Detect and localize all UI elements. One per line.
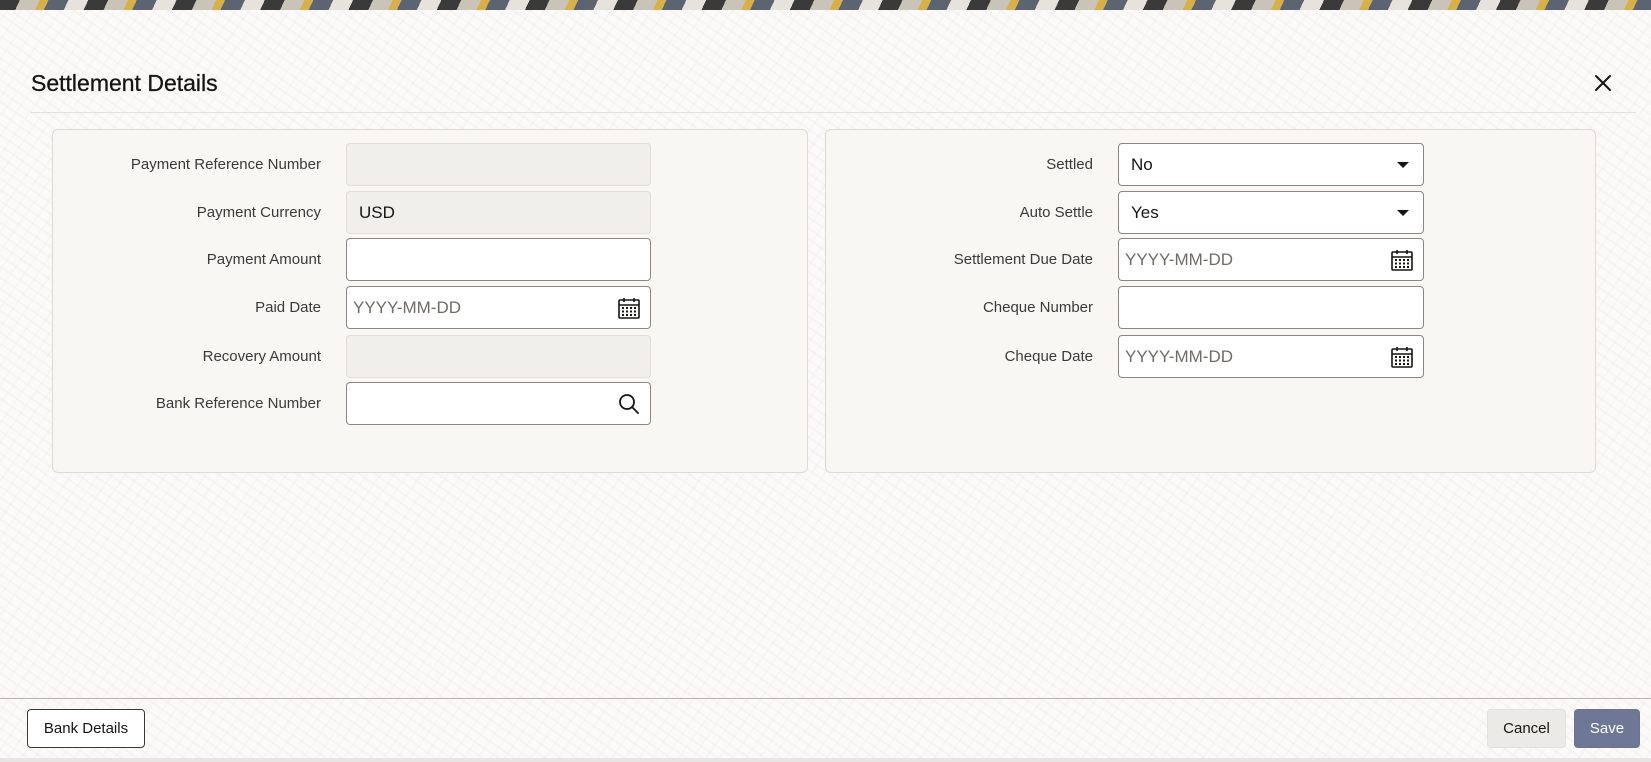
payment-amount-label: Payment Amount (206, 251, 321, 268)
settled-selected-value: No (1131, 154, 1153, 174)
settlement-due-date-row: Settlement Due Date YYYY-MM-DD (826, 238, 1595, 281)
calendar-icon[interactable] (1389, 247, 1415, 273)
payment-reference-number-row: Payment Reference Number (53, 143, 807, 186)
payment-details-panel: Payment Reference Number Payment Currenc… (52, 129, 808, 473)
close-icon (1595, 75, 1611, 91)
top-banner (0, 0, 1651, 10)
auto-settle-select[interactable]: Yes (1118, 191, 1424, 234)
settled-label: Settled (1046, 156, 1093, 173)
settled-row: Settled No (826, 143, 1595, 186)
payment-amount-row: Payment Amount (53, 238, 807, 281)
caret-down-icon (1397, 162, 1409, 168)
cancel-button[interactable]: Cancel (1487, 709, 1566, 748)
auto-settle-selected-value: Yes (1131, 202, 1159, 222)
recovery-amount-field (346, 335, 651, 378)
cheque-date-label: Cheque Date (1004, 348, 1093, 365)
search-icon[interactable] (616, 391, 642, 417)
cheque-date-placeholder: YYYY-MM-DD (1125, 346, 1233, 366)
cheque-date-input[interactable]: YYYY-MM-DD (1118, 335, 1424, 378)
payment-amount-input[interactable] (346, 238, 651, 281)
caret-down-icon (1397, 210, 1409, 216)
payment-currency-value: USD (359, 202, 395, 222)
close-button[interactable] (1590, 70, 1616, 96)
settlement-due-date-label: Settlement Due Date (953, 251, 1093, 268)
bank-reference-number-input[interactable] (346, 382, 651, 425)
cheque-number-input[interactable] (1118, 286, 1424, 329)
auto-settle-row: Auto Settle Yes (826, 191, 1595, 234)
modal-title: Settlement Details (31, 70, 218, 96)
bank-details-button[interactable]: Bank Details (27, 709, 145, 748)
footer-divider (0, 698, 1651, 699)
settlement-due-date-placeholder: YYYY-MM-DD (1125, 249, 1233, 269)
title-divider (31, 112, 1636, 113)
payment-currency-label: Payment Currency (196, 204, 321, 221)
recovery-amount-row: Recovery Amount (53, 335, 807, 378)
payment-reference-number-label: Payment Reference Number (130, 156, 321, 173)
paid-date-row: Paid Date YYYY-MM-DD (53, 286, 807, 329)
settlement-details-panel: Settled No Auto Settle Yes Settlement Du… (825, 129, 1596, 473)
payment-currency-field: USD (346, 191, 651, 234)
save-button[interactable]: Save (1574, 709, 1640, 748)
calendar-icon[interactable] (1389, 344, 1415, 370)
settled-select[interactable]: No (1118, 143, 1424, 186)
bank-reference-number-label: Bank Reference Number (155, 395, 321, 412)
bank-reference-number-row: Bank Reference Number (53, 382, 807, 425)
paid-date-label: Paid Date (255, 299, 321, 316)
cheque-date-row: Cheque Date YYYY-MM-DD (826, 335, 1595, 378)
recovery-amount-label: Recovery Amount (202, 348, 321, 365)
cheque-number-row: Cheque Number (826, 286, 1595, 329)
payment-currency-row: Payment Currency USD (53, 191, 807, 234)
cheque-number-label: Cheque Number (982, 299, 1093, 316)
auto-settle-label: Auto Settle (1019, 204, 1093, 221)
bottom-strip (0, 758, 1651, 762)
paid-date-input[interactable]: YYYY-MM-DD (346, 286, 651, 329)
settlement-due-date-input[interactable]: YYYY-MM-DD (1118, 238, 1424, 281)
calendar-icon[interactable] (616, 295, 642, 321)
payment-reference-number-field (346, 143, 651, 186)
paid-date-placeholder: YYYY-MM-DD (353, 297, 461, 317)
